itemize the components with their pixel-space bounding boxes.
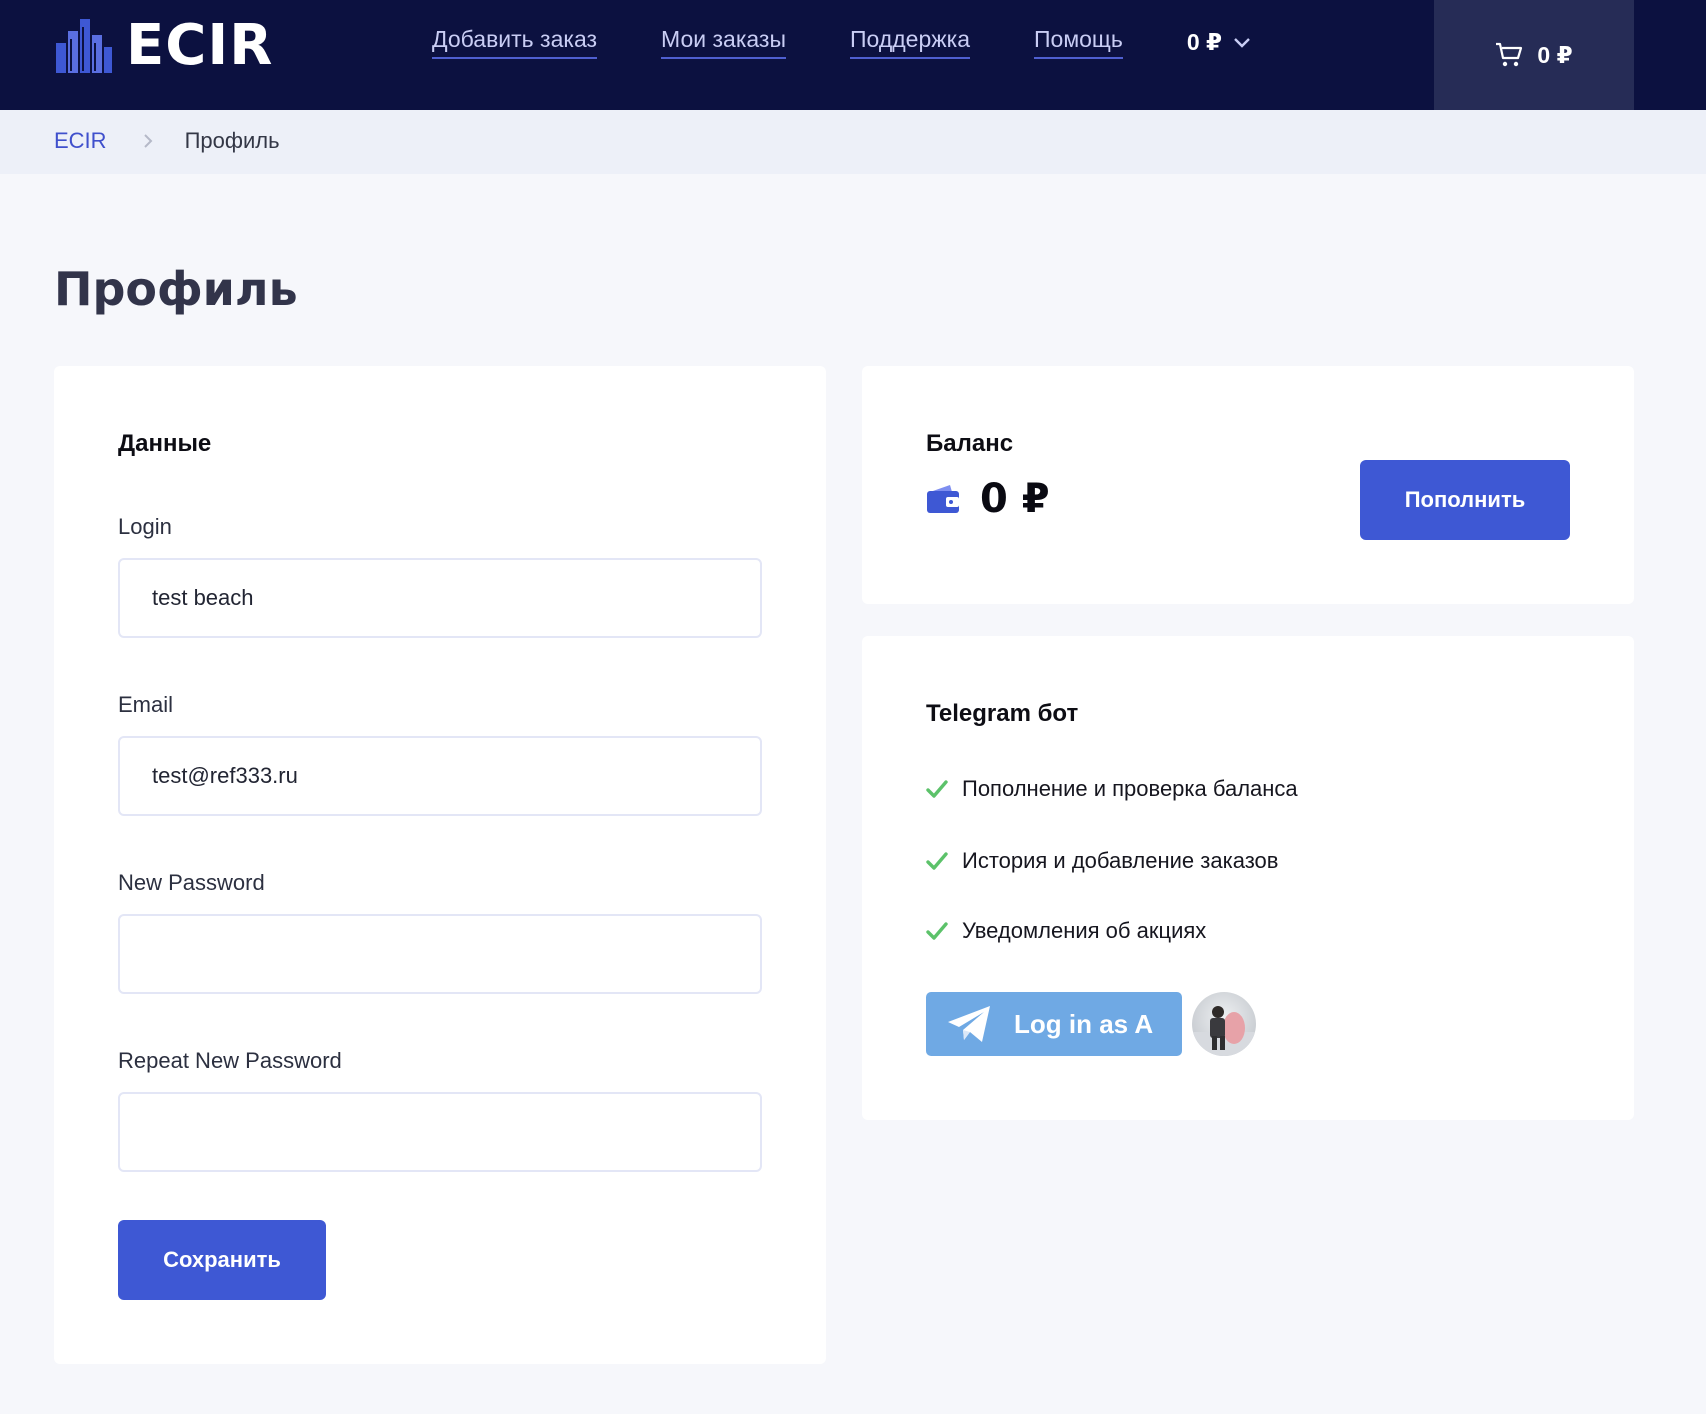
avatar [1192, 992, 1256, 1056]
repeat-password-label: Repeat New Password [118, 1048, 342, 1073]
cart-total: 0 ₽ [1537, 41, 1573, 68]
feature-item: Пополнение и проверка баланса [926, 776, 1298, 802]
breadcrumb: ECIR Профиль [54, 128, 280, 154]
feature-label: Уведомления об акциях [962, 918, 1207, 943]
chevron-right-icon [143, 134, 152, 148]
breadcrumb-bar: ECIR Профиль [0, 110, 1706, 174]
feature-label: Пополнение и проверка баланса [962, 776, 1298, 801]
breadcrumb-current: Профиль [184, 128, 280, 153]
logo[interactable]: ECIR [54, 16, 273, 76]
check-icon [926, 922, 948, 940]
repeat-password-input[interactable] [118, 1092, 762, 1172]
telegram-login-button[interactable]: Log in as A [926, 992, 1182, 1056]
chevron-down-icon [1234, 37, 1250, 48]
wallet-icon [927, 485, 959, 513]
balance-card: Баланс 0 ₽ Пополнить [862, 366, 1634, 604]
nav-add-order[interactable]: Добавить заказ [432, 26, 598, 59]
login-input[interactable] [118, 558, 762, 638]
nav-balance-value: 0 ₽ [1186, 29, 1223, 55]
telegram-plane-icon [948, 1006, 990, 1042]
telegram-card-heading: Telegram бот [926, 700, 1079, 727]
balance-card-heading: Баланс [926, 430, 1014, 457]
balance-dropdown[interactable]: 0 ₽ [1187, 29, 1252, 56]
nav-help[interactable]: Помощь [1034, 26, 1123, 59]
breadcrumb-home[interactable]: ECIR [54, 128, 107, 154]
email-label: Email [118, 692, 174, 717]
balance-row: 0 ₽ [926, 476, 1050, 522]
telegram-bot-card: Telegram бот Пополнение и проверка балан… [862, 636, 1634, 1120]
check-icon [926, 852, 948, 870]
feature-label: История и добавление заказов [962, 848, 1279, 873]
new-password-input[interactable] [118, 914, 762, 994]
logo-text: ECIR [126, 13, 274, 78]
topup-button[interactable]: Пополнить [1360, 460, 1570, 540]
telegram-login-label: Log in as A [1014, 1008, 1154, 1039]
check-icon [926, 780, 948, 798]
nav-my-orders[interactable]: Мои заказы [661, 26, 786, 59]
email-input[interactable] [118, 736, 762, 816]
nav-support[interactable]: Поддержка [850, 26, 970, 59]
data-card-heading: Данные [118, 430, 212, 457]
logo-buildings-icon [56, 19, 112, 73]
feature-item: История и добавление заказов [926, 848, 1278, 874]
cart-icon [1496, 42, 1523, 67]
top-navbar: ECIR Добавить заказ Мои заказы Поддержка… [0, 0, 1706, 110]
new-password-label: New Password [118, 870, 265, 895]
main-nav: Добавить заказ Мои заказы Поддержка Помо… [432, 26, 1252, 59]
profile-data-card: Данные Login Email New Password Repeat N… [54, 366, 826, 1364]
cart-button[interactable]: 0 ₽ [1434, 0, 1634, 110]
avatar-photo [1192, 1006, 1256, 1056]
login-label: Login [118, 514, 172, 539]
balance-amount: 0 ₽ [980, 476, 1050, 522]
save-button[interactable]: Сохранить [118, 1220, 326, 1300]
page-title: Профиль [54, 262, 298, 316]
feature-item: Уведомления об акциях [926, 918, 1206, 944]
